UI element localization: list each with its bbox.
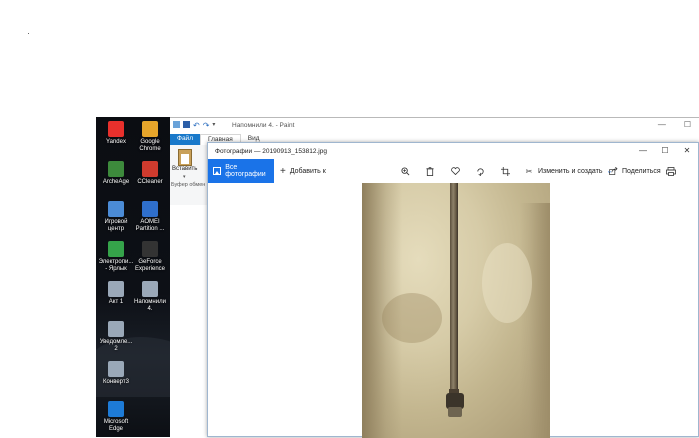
paint-title-bar: ↶ ↷ ▾ Напомнили 4. - Paint — ☐ <box>170 118 699 133</box>
save-icon[interactable] <box>183 121 190 128</box>
print-icon <box>666 166 676 176</box>
desktop-icon[interactable]: Microsoft Edge <box>98 401 134 433</box>
desktop-icon-image <box>142 161 158 177</box>
desktop-icon-image <box>108 281 124 297</box>
desktop-icon-image <box>108 401 124 417</box>
share-button[interactable]: Поделиться <box>608 159 661 183</box>
desktop-icon[interactable]: AOMEI Partition ... <box>132 201 168 233</box>
quick-access-toolbar: ↶ ↷ ▾ <box>173 121 215 130</box>
photo-gallery-icon <box>213 167 222 175</box>
paste-icon[interactable] <box>178 149 192 166</box>
desktop-icon[interactable]: Google Chrome <box>132 121 168 153</box>
desktop-icon-label: Yandex <box>106 139 126 145</box>
rotate-icon[interactable] <box>475 166 485 176</box>
paint-minimize-button[interactable]: — <box>658 120 666 129</box>
desktop-icon-label: Конверт3 <box>103 379 129 385</box>
add-to-label: Добавить к <box>289 167 326 175</box>
desktop-icon[interactable]: Напомнили 4. <box>132 281 168 313</box>
desktop-icon-label: ArcheAge <box>102 179 130 185</box>
all-photos-label: Все фотографии <box>225 164 266 178</box>
desktop-icon-image <box>108 241 124 257</box>
delete-icon[interactable] <box>425 166 435 176</box>
pipe <box>450 183 458 393</box>
paint-maximize-button[interactable]: ☐ <box>684 120 691 129</box>
undo-icon[interactable]: ↶ <box>193 121 200 130</box>
wall-hole-inner <box>448 407 462 417</box>
photos-window: Фотографии — 20190913_153812.jpg — ☐ ✕ В… <box>207 142 699 438</box>
redo-icon[interactable]: ↷ <box>203 121 210 130</box>
desktop-icon-label: AOMEI Partition ... <box>135 219 165 232</box>
desktop-icon-image <box>108 201 124 217</box>
paint-window-title: Напомнили 4. - Paint <box>232 122 295 129</box>
desktop-icon-label: Электропи... - Ярлык <box>98 259 134 272</box>
desktop-icon-image <box>142 241 158 257</box>
edit-create-icon: ✂ <box>525 166 533 176</box>
desktop-icon-label: Уведомле... 2 <box>99 339 133 352</box>
wall-stain <box>382 293 442 343</box>
desktop-icon-image <box>108 161 124 177</box>
tab-file[interactable]: Файл <box>170 134 200 145</box>
desktop-icon-label: Google Chrome <box>139 139 161 152</box>
desktop-icon-image <box>142 281 158 297</box>
add-to-button[interactable]: + Добавить к <box>280 159 326 183</box>
desktop-icon[interactable]: GeForce Experience <box>132 241 168 273</box>
photos-window-title: Фотографии — 20190913_153812.jpg <box>215 148 327 155</box>
plus-icon: + <box>280 165 286 177</box>
desktop-icon[interactable]: Игровой центр <box>98 201 134 233</box>
share-icon <box>608 166 618 176</box>
desktop-icon-image <box>108 321 124 337</box>
all-photos-button[interactable]: Все фотографии <box>208 159 274 183</box>
displayed-photo[interactable] <box>362 183 550 438</box>
desktop-icon-label: GeForce Experience <box>134 259 166 272</box>
stray-dot <box>28 33 29 34</box>
desktop-icon-label: Напомнили 4. <box>134 299 166 312</box>
desktop-icon-image <box>142 201 158 217</box>
photos-minimize-button[interactable]: — <box>632 143 654 159</box>
customize-qat-icon[interactable]: ▾ <box>212 121 215 128</box>
desktop-icon-image <box>142 121 158 137</box>
photos-toolbar: Все фотографии + Добавить к ✂ Изменить и… <box>208 159 698 183</box>
desktop-icon[interactable]: Yandex <box>98 121 134 146</box>
wall-highlight <box>482 243 532 323</box>
share-label: Поделиться <box>622 167 661 175</box>
desktop-icon-label: CCleaner <box>137 179 163 185</box>
edit-create-button[interactable]: ✂ Изменить и создать ⌄ <box>524 159 613 183</box>
photos-maximize-button[interactable]: ☐ <box>654 143 676 159</box>
desktop-icon[interactable]: Конверт3 <box>98 361 134 386</box>
photos-close-button[interactable]: ✕ <box>676 143 698 159</box>
desktop-icon-label: Microsoft Edge <box>103 419 129 432</box>
crop-icon[interactable] <box>500 166 510 176</box>
photos-title-bar: Фотографии — 20190913_153812.jpg — ☐ ✕ <box>208 143 698 159</box>
wall-shadow-right <box>520 203 550 438</box>
paste-button-label[interactable]: Вставить <box>172 166 197 172</box>
desktop-icon-image <box>108 121 124 137</box>
desktop-icon[interactable]: CCleaner <box>132 161 168 186</box>
desktop-icon[interactable]: Акт 1 <box>98 281 134 306</box>
edit-create-label: Изменить и создать <box>538 167 603 175</box>
desktop-icon[interactable]: Электропи... - Ярлык <box>98 241 134 273</box>
desktop-icon-label: Игровой центр <box>104 219 128 232</box>
paint-app-icon <box>173 121 180 128</box>
desktop: Yandex Google Chrome ArcheAge CCleaner Игров… <box>96 117 170 437</box>
desktop-icon[interactable]: ArcheAge <box>98 161 134 186</box>
paste-dropdown-icon[interactable]: ▾ <box>183 174 186 180</box>
zoom-in-icon[interactable] <box>400 166 410 176</box>
desktop-icon-image <box>108 361 124 377</box>
desktop-icon-label: Акт 1 <box>108 299 124 305</box>
clipboard-group: Вставить ▾ Буфер обмен <box>170 145 209 205</box>
print-button[interactable] <box>666 159 676 183</box>
clipboard-group-label: Буфер обмен <box>171 182 206 188</box>
favorite-heart-icon[interactable] <box>450 166 460 176</box>
desktop-icon[interactable]: Уведомле... 2 <box>98 321 134 353</box>
